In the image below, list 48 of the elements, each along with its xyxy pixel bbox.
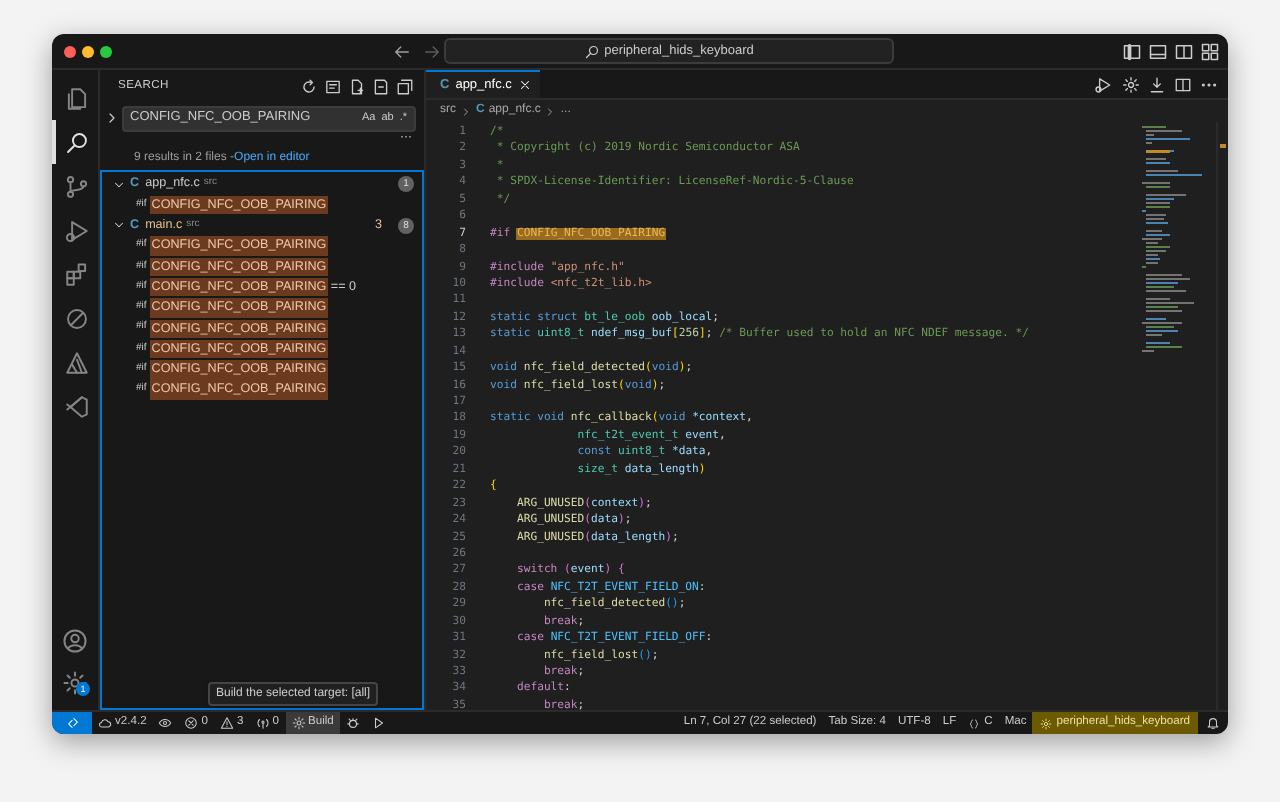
minimize-light[interactable] bbox=[82, 45, 94, 57]
run-debug-icon[interactable] bbox=[64, 217, 90, 243]
chevron-icon bbox=[460, 105, 472, 117]
play-icon[interactable] bbox=[371, 716, 386, 730]
clear-results-icon[interactable] bbox=[324, 78, 342, 96]
download-icon[interactable] bbox=[1148, 75, 1166, 93]
refresh-icon[interactable] bbox=[300, 78, 318, 96]
bell-icon[interactable] bbox=[1206, 716, 1220, 730]
minimap-drawing[interactable] bbox=[1142, 126, 1202, 356]
view-as-tree-icon[interactable] bbox=[372, 78, 390, 96]
antenna-icon bbox=[255, 716, 270, 730]
split-editor-icon[interactable] bbox=[1174, 75, 1192, 93]
split-layout-icon[interactable] bbox=[1174, 42, 1194, 62]
account-icon[interactable] bbox=[62, 627, 88, 653]
error-icon bbox=[184, 716, 199, 730]
source-control-icon[interactable] bbox=[64, 173, 90, 199]
bug-icon[interactable] bbox=[345, 716, 360, 730]
close-light[interactable] bbox=[64, 45, 76, 57]
braces-icon bbox=[968, 717, 981, 729]
back-arrow-icon[interactable] bbox=[392, 42, 412, 62]
close-icon[interactable] bbox=[517, 78, 532, 92]
gear-icon bbox=[1040, 717, 1053, 729]
grid-layout-icon[interactable] bbox=[1200, 42, 1220, 62]
sidebar-layout-icon[interactable] bbox=[1122, 42, 1142, 62]
zoom-light[interactable] bbox=[100, 45, 112, 57]
ribbon-icon[interactable] bbox=[64, 393, 90, 419]
search-icon bbox=[584, 43, 601, 59]
warning-icon bbox=[220, 716, 235, 730]
files-icon[interactable] bbox=[64, 85, 90, 111]
new-search-editor-icon[interactable] bbox=[348, 78, 366, 96]
panel-layout-icon[interactable] bbox=[1148, 42, 1168, 62]
scrollbar[interactable] bbox=[1216, 122, 1228, 710]
remote-icon bbox=[65, 716, 79, 730]
collapse-all-icon[interactable] bbox=[396, 78, 414, 96]
extensions-icon[interactable] bbox=[64, 261, 90, 287]
run-icon[interactable] bbox=[1092, 75, 1114, 93]
replace-toggle-chevron-icon[interactable] bbox=[104, 110, 120, 126]
chevron-icon bbox=[544, 105, 557, 117]
triangle-icon[interactable] bbox=[64, 349, 90, 375]
search-icon[interactable] bbox=[64, 129, 90, 155]
circle-icon[interactable] bbox=[64, 305, 90, 331]
settings-icon[interactable] bbox=[1122, 75, 1140, 93]
eye-icon[interactable] bbox=[158, 716, 173, 730]
cloud-icon bbox=[98, 716, 112, 730]
match-marker bbox=[1220, 144, 1226, 148]
gear-icon bbox=[291, 716, 305, 730]
remote-button[interactable] bbox=[52, 712, 92, 734]
settings-icon[interactable] bbox=[62, 669, 88, 695]
